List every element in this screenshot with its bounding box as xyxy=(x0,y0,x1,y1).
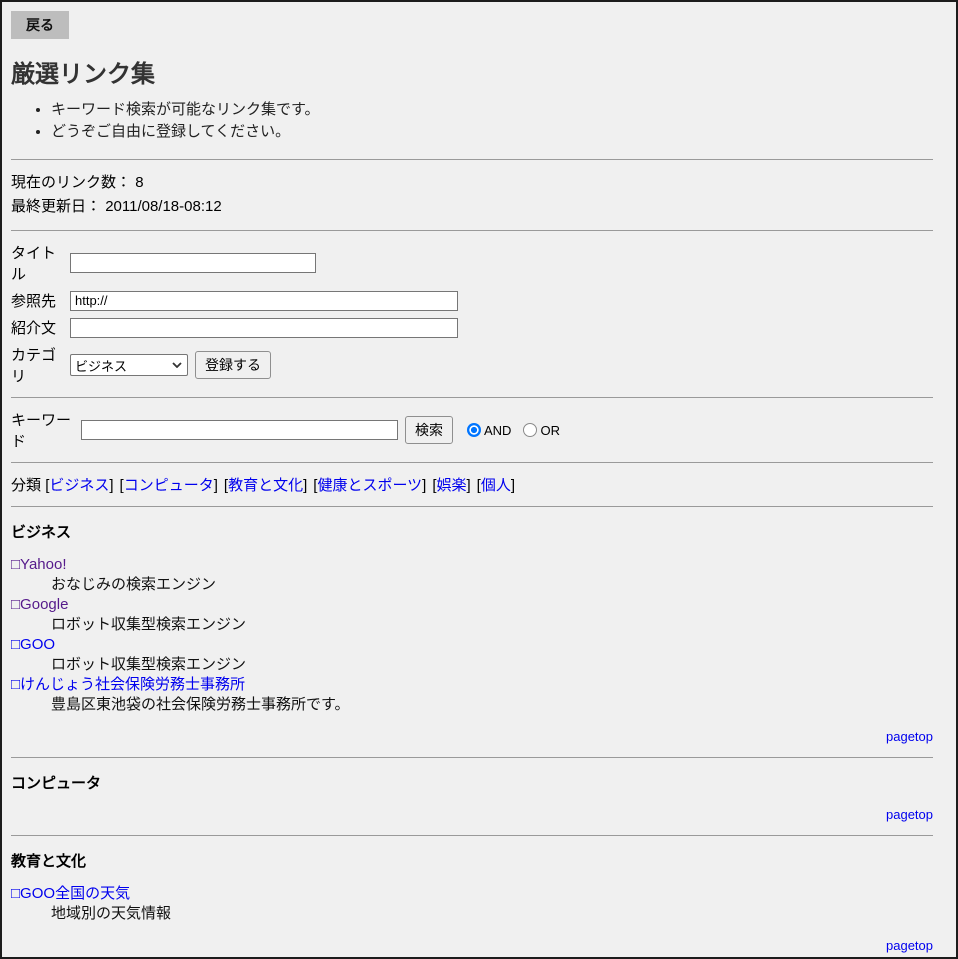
category-nav-link[interactable]: 娯楽 xyxy=(436,477,466,494)
pagetop-row: pagetop xyxy=(11,728,933,746)
page-title: 厳選リンク集 xyxy=(11,54,933,89)
description-label: 紹介文 xyxy=(11,317,70,338)
category-nav-link[interactable]: 教育と文化 xyxy=(228,477,303,494)
category-select[interactable]: ビジネス xyxy=(70,354,188,376)
section-heading: コンピュータ xyxy=(11,772,933,793)
link-item: □けんじょう社会保険労務士事務所 xyxy=(11,675,933,695)
url-input[interactable] xyxy=(70,291,458,311)
and-radio-label[interactable]: AND xyxy=(484,423,511,438)
link-item: □GOO xyxy=(11,635,933,655)
section-heading: 教育と文化 xyxy=(11,850,933,871)
category-nav-item: [健康とスポーツ] xyxy=(313,477,426,494)
divider xyxy=(11,462,933,463)
divider xyxy=(11,757,933,758)
pagetop-link[interactable]: pagetop xyxy=(886,807,933,822)
last-updated-label: 最終更新日： xyxy=(11,198,101,215)
site-link[interactable]: □Yahoo! xyxy=(11,556,67,573)
register-button[interactable]: 登録する xyxy=(195,351,271,379)
description-input[interactable] xyxy=(70,318,458,338)
category-nav-item: [娯楽] xyxy=(432,477,470,494)
pagetop-row: pagetop xyxy=(11,806,933,824)
pagetop-row: pagetop xyxy=(11,937,933,955)
pagetop-link[interactable]: pagetop xyxy=(886,729,933,744)
divider xyxy=(11,835,933,836)
site-link[interactable]: □GOO全国の天気 xyxy=(11,885,130,902)
category-nav-link[interactable]: コンピュータ xyxy=(124,477,214,494)
pagetop-link[interactable]: pagetop xyxy=(886,938,933,953)
category-nav-label: 分類 xyxy=(11,477,41,494)
section-heading: ビジネス xyxy=(11,521,933,542)
back-button[interactable]: 戻る xyxy=(11,11,69,39)
bracket: ] xyxy=(422,477,426,494)
last-updated-row: 最終更新日： 2011/08/18-08:12 xyxy=(11,195,933,219)
stats: 現在のリンク数： 8 最終更新日： 2011/08/18-08:12 xyxy=(11,171,933,219)
divider xyxy=(11,506,933,507)
url-label: 参照先 xyxy=(11,290,70,311)
bracket: ] xyxy=(109,477,113,494)
category-nav-link[interactable]: 健康とスポーツ xyxy=(317,477,422,494)
category-selected-value: ビジネス xyxy=(75,356,127,375)
chevron-down-icon xyxy=(172,362,182,368)
link-description: 地域別の天気情報 xyxy=(51,904,933,924)
title-input[interactable] xyxy=(70,253,316,273)
category-nav-links: [ビジネス] [コンピュータ] [教育と文化] [健康とスポーツ] [娯楽] [個人] xyxy=(45,477,521,494)
category-nav-item: [教育と文化] xyxy=(224,477,307,494)
description-row: 紹介文 xyxy=(11,317,933,338)
link-description: おなじみの検索エンジン xyxy=(51,575,933,595)
link-description: ロボット収集型検索エンジン xyxy=(51,615,933,635)
page: 戻る 厳選リンク集 キーワード検索が可能なリンク集です。 どうぞご自由に登録して… xyxy=(0,0,958,959)
bracket: ] xyxy=(303,477,307,494)
and-radio[interactable] xyxy=(467,423,481,437)
intro-bullet: キーワード検索が可能なリンク集です。 xyxy=(51,99,933,121)
keyword-input[interactable] xyxy=(81,420,398,440)
site-link[interactable]: □Google xyxy=(11,596,68,613)
section-link-list: □Yahoo!おなじみの検索エンジン□Googleロボット収集型検索エンジン□G… xyxy=(11,555,933,715)
sections: ビジネス □Yahoo! おなじみの検索エンジン□Google ロボット収集型検索エン… xyxy=(11,521,933,959)
category-nav-link[interactable]: ビジネス xyxy=(49,477,109,494)
link-count-value: 8 xyxy=(135,174,143,191)
search-mode-radios: AND OR xyxy=(467,423,572,438)
site-link[interactable]: □GOO xyxy=(11,636,55,653)
category-nav-item: [コンピュータ] xyxy=(120,477,218,494)
last-updated-value: 2011/08/18-08:12 xyxy=(105,198,222,215)
link-count-label: 現在のリンク数： xyxy=(11,174,131,191)
category-label: カテゴリ xyxy=(11,344,70,386)
url-row: 参照先 xyxy=(11,290,933,311)
divider xyxy=(11,159,933,160)
category-nav-item: [個人] xyxy=(477,477,515,494)
keyword-label: キーワード xyxy=(11,409,81,451)
keyword-search-row: キーワード 検索 AND OR xyxy=(11,409,933,451)
bracket: ] xyxy=(214,477,218,494)
register-form: タイトル 参照先 紹介文 カテゴリ ビジネス 登録する xyxy=(11,242,933,386)
site-link[interactable]: □けんじょう社会保険労務士事務所 xyxy=(11,676,245,693)
category-row: カテゴリ ビジネス 登録する xyxy=(11,344,933,386)
link-item: □Yahoo! xyxy=(11,555,933,575)
title-row: タイトル xyxy=(11,242,933,284)
divider xyxy=(11,397,933,398)
section-link-list: □GOO全国の天気地域別の天気情報 xyxy=(11,884,933,924)
link-description: ロボット収集型検索エンジン xyxy=(51,655,933,675)
link-count-row: 現在のリンク数： 8 xyxy=(11,171,933,195)
bracket: ] xyxy=(511,477,515,494)
link-item: □Google xyxy=(11,595,933,615)
or-radio-label[interactable]: OR xyxy=(540,423,560,438)
search-button[interactable]: 検索 xyxy=(405,416,453,444)
category-nav-item: [ビジネス] xyxy=(45,477,113,494)
link-item: □GOO全国の天気 xyxy=(11,884,933,904)
bracket: ] xyxy=(467,477,471,494)
divider xyxy=(11,230,933,231)
intro-bullet: どうぞご自由に登録してください。 xyxy=(51,121,933,143)
link-description: 豊島区東池袋の社会保険労務士事務所です。 xyxy=(51,695,933,715)
or-radio[interactable] xyxy=(523,423,537,437)
intro-list: キーワード検索が可能なリンク集です。 どうぞご自由に登録してください。 xyxy=(11,99,933,143)
title-label: タイトル xyxy=(11,242,70,284)
category-nav: 分類 [ビジネス] [コンピュータ] [教育と文化] [健康とスポーツ] [娯楽] [個人… xyxy=(11,474,933,495)
category-nav-link[interactable]: 個人 xyxy=(481,477,511,494)
